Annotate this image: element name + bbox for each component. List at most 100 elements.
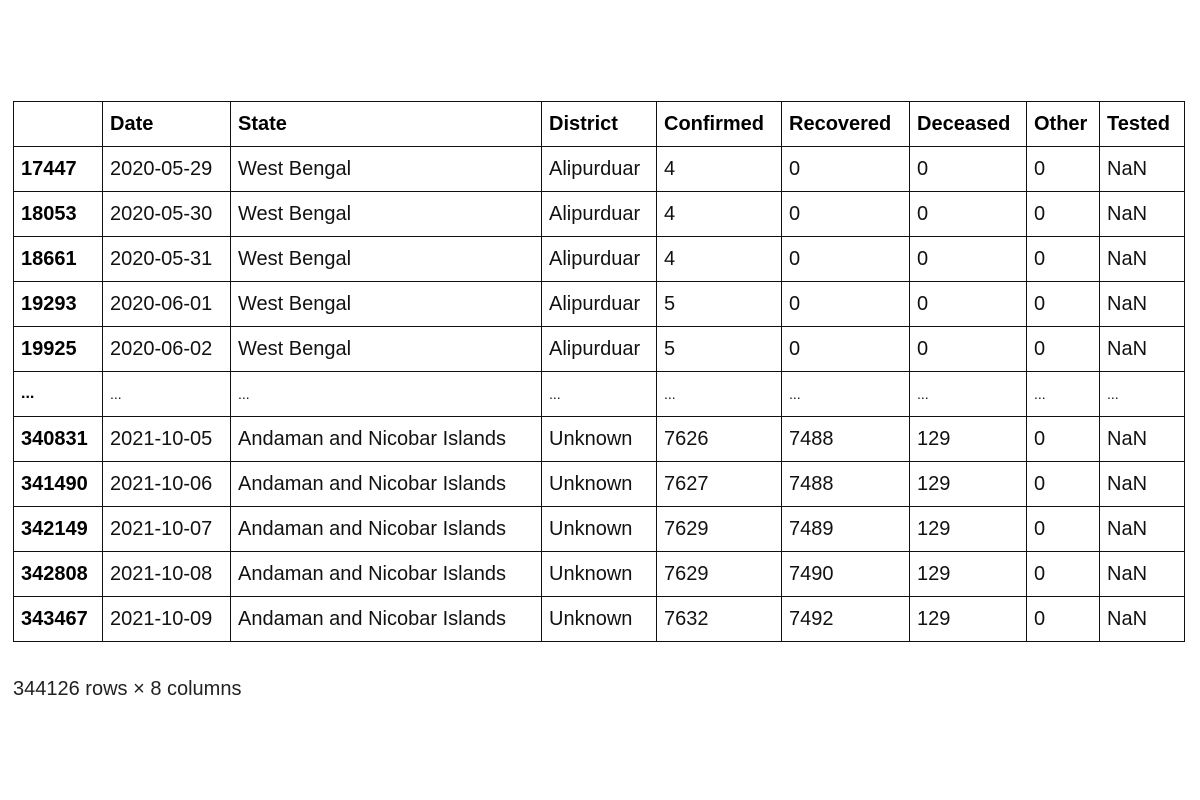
table-cell: ... xyxy=(656,371,782,417)
dataframe-output: Date State District Confirmed Recovered Decea… xyxy=(13,101,1185,642)
header-row: Date State District Confirmed Recovered Decea… xyxy=(13,101,1185,147)
table-cell: NaN xyxy=(1099,236,1185,282)
table-cell: NaN xyxy=(1099,461,1185,507)
table-cell: Andaman and Nicobar Islands xyxy=(230,551,542,597)
row-index: 340831 xyxy=(13,416,103,462)
table-cell: Andaman and Nicobar Islands xyxy=(230,461,542,507)
table-cell: 7629 xyxy=(656,506,782,552)
table-row: 18053 2020-05-30 West Bengal Alipurduar 4 0 0 0… xyxy=(13,191,1185,237)
table-cell: Andaman and Nicobar Islands xyxy=(230,506,542,552)
table-cell: 0 xyxy=(781,146,910,192)
dataframe-table: Date State District Confirmed Recovered Decea… xyxy=(13,101,1185,642)
column-header: District xyxy=(541,101,657,147)
table-cell: NaN xyxy=(1099,551,1185,597)
table-cell: Andaman and Nicobar Islands xyxy=(230,596,542,642)
table-cell: 0 xyxy=(909,326,1027,372)
table-cell: 0 xyxy=(1026,281,1100,327)
column-header: State xyxy=(230,101,542,147)
table-cell: Andaman and Nicobar Islands xyxy=(230,416,542,462)
column-header: Recovered xyxy=(781,101,910,147)
table-cell: 0 xyxy=(909,146,1027,192)
table-cell: 129 xyxy=(909,506,1027,552)
table-cell: 2021-10-09 xyxy=(102,596,231,642)
row-index: 18661 xyxy=(13,236,103,282)
table-cell: Unknown xyxy=(541,506,657,552)
table-cell: Unknown xyxy=(541,461,657,507)
table-cell: 0 xyxy=(781,236,910,282)
row-index: 18053 xyxy=(13,191,103,237)
table-row: 340831 2021-10-05 Andaman and Nicobar Isla… xyxy=(13,416,1185,462)
table-cell: 0 xyxy=(909,281,1027,327)
table-cell: 0 xyxy=(1026,461,1100,507)
table-row: 343467 2021-10-09 Andaman and Nicobar Isla… xyxy=(13,596,1185,642)
table-cell: 129 xyxy=(909,551,1027,597)
table-cell: 5 xyxy=(656,326,782,372)
table-cell: 2021-10-07 xyxy=(102,506,231,552)
table-cell: 4 xyxy=(656,146,782,192)
column-header: Confirmed xyxy=(656,101,782,147)
dataframe-shape: 344126 rows × 8 columns xyxy=(13,678,242,700)
table-cell: ... xyxy=(1026,371,1100,417)
table-row: 341490 2021-10-06 Andaman and Nicobar Isla… xyxy=(13,461,1185,507)
table-cell: Unknown xyxy=(541,551,657,597)
table-cell: 0 xyxy=(1026,551,1100,597)
table-cell: 7627 xyxy=(656,461,782,507)
table-cell: Unknown xyxy=(541,596,657,642)
table-cell: 0 xyxy=(1026,416,1100,462)
table-cell: 129 xyxy=(909,416,1027,462)
column-header: Tested xyxy=(1099,101,1185,147)
table-cell: 2020-05-29 xyxy=(102,146,231,192)
table-cell: 0 xyxy=(781,281,910,327)
table-cell: Alipurduar xyxy=(541,281,657,327)
table-cell: 7488 xyxy=(781,461,910,507)
table-cell: ... xyxy=(1099,371,1185,417)
row-index: 342808 xyxy=(13,551,103,597)
ellipsis-row: ........................... xyxy=(13,371,1185,417)
row-index: 342149 xyxy=(13,506,103,552)
row-index: 343467 xyxy=(13,596,103,642)
table-cell: West Bengal xyxy=(230,146,542,192)
row-index: 341490 xyxy=(13,461,103,507)
table-body: 17447 2020-05-29 West Bengal Alipurduar 4 0 0 0… xyxy=(13,146,1185,642)
table-cell: 4 xyxy=(656,236,782,282)
table-cell: NaN xyxy=(1099,416,1185,462)
table-cell: NaN xyxy=(1099,326,1185,372)
table-cell: 7632 xyxy=(656,596,782,642)
row-index: 19925 xyxy=(13,326,103,372)
table-cell: Alipurduar xyxy=(541,236,657,282)
table-cell: 7492 xyxy=(781,596,910,642)
table-cell: NaN xyxy=(1099,596,1185,642)
table-cell: 2020-05-31 xyxy=(102,236,231,282)
table-cell: ... xyxy=(541,371,657,417)
table-cell: Alipurduar xyxy=(541,326,657,372)
index-header xyxy=(13,101,103,147)
column-header: Date xyxy=(102,101,231,147)
table-cell: 0 xyxy=(1026,236,1100,282)
table-cell: ... xyxy=(230,371,542,417)
table-row: 18661 2020-05-31 West Bengal Alipurduar 4 0 0 0… xyxy=(13,236,1185,282)
table-row: 19925 2020-06-02 West Bengal Alipurduar 5 0 0 0… xyxy=(13,326,1185,372)
table-row: 19293 2020-06-01 West Bengal Alipurduar 5 0 0 0… xyxy=(13,281,1185,327)
table-cell: 0 xyxy=(909,191,1027,237)
table-cell: Unknown xyxy=(541,416,657,462)
table-cell: Alipurduar xyxy=(541,191,657,237)
table-cell: ... xyxy=(102,371,231,417)
table-cell: ... xyxy=(909,371,1027,417)
table-cell: 0 xyxy=(781,191,910,237)
table-cell: NaN xyxy=(1099,191,1185,237)
table-cell: 0 xyxy=(1026,326,1100,372)
column-header: Deceased xyxy=(909,101,1027,147)
table-cell: West Bengal xyxy=(230,236,542,282)
table-row: 17447 2020-05-29 West Bengal Alipurduar 4 0 0 0… xyxy=(13,146,1185,192)
table-cell: 2020-05-30 xyxy=(102,191,231,237)
row-index: 19293 xyxy=(13,281,103,327)
table-cell: 7488 xyxy=(781,416,910,462)
table-cell: 2021-10-05 xyxy=(102,416,231,462)
table-cell: West Bengal xyxy=(230,281,542,327)
table-cell: NaN xyxy=(1099,506,1185,552)
row-index: 17447 xyxy=(13,146,103,192)
table-cell: 0 xyxy=(1026,596,1100,642)
table-cell: ... xyxy=(781,371,910,417)
column-header: Other xyxy=(1026,101,1100,147)
table-cell: 4 xyxy=(656,191,782,237)
